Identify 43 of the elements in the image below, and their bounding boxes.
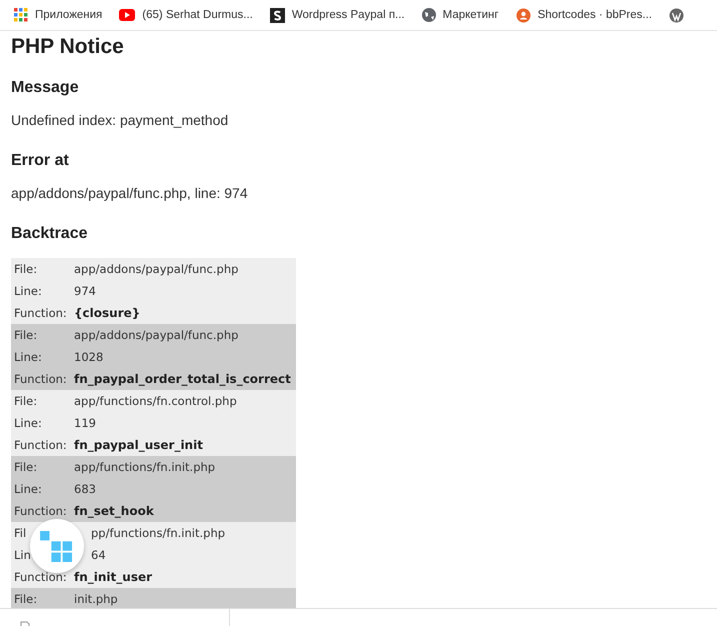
field-value: 119 (74, 416, 96, 430)
bookmark-link[interactable]: (65) Serhat Durmus... (142, 9, 253, 21)
section-heading: Error at (11, 152, 70, 170)
section-heading: Backtrace (11, 225, 88, 243)
bookmark-link[interactable]: Приложения (35, 9, 102, 21)
field-value: app/addons/paypal/func.php (74, 262, 238, 276)
field-value: fn_set_hook (74, 504, 154, 518)
page-title: PHP Notice (11, 35, 125, 59)
bookmark-link[interactable]: Маркетинг (442, 9, 499, 21)
field-value: fn_init_user (74, 570, 152, 584)
section-text: app/addons/paypal/func.php, line: 974 (11, 185, 249, 201)
bookmark-link[interactable]: Wordpress Paypal п... (292, 9, 405, 21)
field-label: Function: (14, 570, 67, 584)
bookmark-link[interactable]: Shortcodes · bbPres... (538, 9, 652, 21)
field-label: Function: (14, 438, 67, 452)
field-label: File: (14, 460, 38, 474)
field-label: Function: (14, 306, 67, 320)
field-value: 974 (74, 284, 96, 298)
field-value: app/functions/fn.control.php (74, 394, 237, 408)
field-label: Function: (14, 372, 67, 386)
field-value: 1028 (74, 350, 104, 364)
field-label: Line: (14, 284, 42, 298)
field-value: fn_paypal_user_init (74, 438, 203, 452)
field-label: Fil (14, 526, 26, 540)
field-label: Function: (14, 504, 67, 518)
field-label: File: (14, 394, 38, 408)
field-label: File: (14, 262, 38, 276)
field-label: File: (14, 592, 38, 606)
field-label: Line: (14, 350, 42, 364)
field-value: 683 (74, 482, 96, 496)
field-value: app/functions/fn.init.php (74, 460, 216, 474)
field-label: Line: (14, 482, 42, 496)
field-value: fn_paypal_order_total_is_correct (74, 372, 291, 386)
field-value: pp/functions/fn.init.php (91, 526, 226, 540)
field-value: init.php (74, 592, 118, 606)
field-label: Lin (14, 548, 31, 562)
field-label: File: (14, 328, 38, 342)
section-text: Undefined index: payment_method (11, 112, 230, 128)
section-heading: Message (11, 79, 80, 97)
field-label: Line: (14, 416, 42, 430)
field-value: app/addons/paypal/func.php (74, 328, 238, 342)
field-value: 64 (91, 548, 106, 562)
field-value: {closure} (74, 306, 140, 320)
